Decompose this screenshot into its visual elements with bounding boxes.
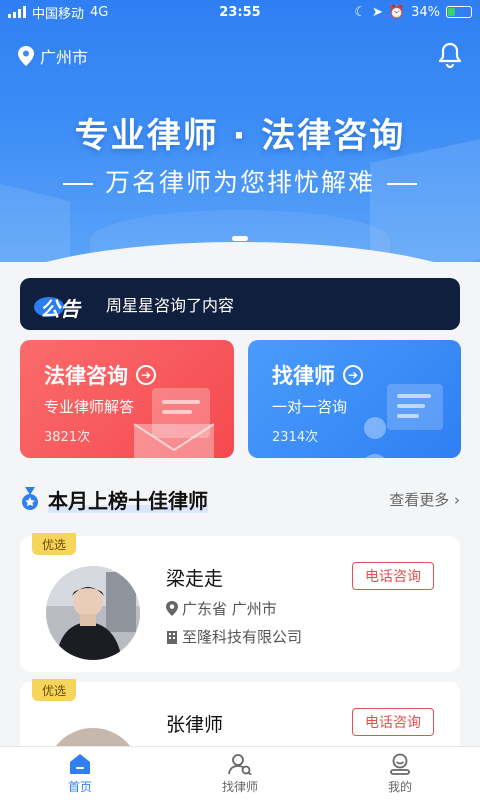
find-lawyer-icon bbox=[228, 753, 252, 775]
notice-tag-label: 公告 bbox=[40, 297, 80, 321]
carousel-indicator[interactable] bbox=[232, 236, 248, 241]
lawyer-location-text: 广东省 广州市 bbox=[182, 600, 277, 618]
card-title: 法律咨询 bbox=[44, 364, 128, 388]
battery-percent: 34% bbox=[411, 4, 440, 20]
featured-badge: 优选 bbox=[32, 679, 76, 701]
notification-button[interactable] bbox=[438, 42, 462, 72]
status-bar: 中国移动 4G 23:55 ☾ ➤ ⏰ 34% bbox=[0, 0, 480, 24]
notice-bar[interactable]: 公告 周星星咨询了内容 bbox=[20, 278, 460, 330]
chevron-right-icon: › bbox=[454, 490, 460, 509]
lawyer-illustration-icon bbox=[364, 384, 443, 458]
profile-icon bbox=[390, 753, 410, 775]
lawyer-card[interactable]: 优选 梁走走 广东省 广州市 至隆科技有限公司 电话咨询 bbox=[20, 533, 460, 672]
envelope-illustration-icon bbox=[133, 388, 215, 458]
building-icon bbox=[167, 630, 177, 644]
phone-consult-button[interactable]: 电话咨询 bbox=[352, 708, 434, 736]
tab-label: 首页 bbox=[67, 779, 92, 794]
tab-label: 我的 bbox=[387, 779, 412, 794]
arrow-right-icon: ➔ bbox=[136, 365, 156, 385]
section-title: 本月上榜十佳律师 bbox=[48, 488, 208, 513]
network-type: 4G bbox=[90, 4, 109, 20]
phone-consult-button[interactable]: 电话咨询 bbox=[352, 562, 434, 590]
notice-tag: 公告 bbox=[34, 289, 90, 321]
signal-icon bbox=[8, 6, 26, 18]
card-desc: 专业律师解答 bbox=[44, 398, 135, 416]
notice-text: 周星星咨询了内容 bbox=[106, 296, 235, 315]
featured-badge: 优选 bbox=[32, 533, 76, 555]
divider bbox=[387, 183, 417, 185]
tab-profile[interactable]: 我的 bbox=[320, 747, 480, 800]
card-count: 3821次 bbox=[44, 430, 91, 445]
divider bbox=[62, 183, 93, 185]
location-pin-icon bbox=[166, 601, 178, 616]
location-pin-icon bbox=[18, 46, 34, 66]
lawyer-company-text: 至隆科技有限公司 bbox=[182, 628, 303, 646]
carrier: 中国移动 bbox=[32, 6, 85, 22]
card-title: 找律师 bbox=[272, 364, 335, 388]
top-lawyers-header: 本月上榜十佳律师 查看更多 › bbox=[20, 484, 460, 514]
banner-subtitle-text: 万名律师为您排忧解难 bbox=[104, 168, 375, 197]
location-label: 广州市 bbox=[40, 48, 89, 67]
card-desc: 一对一咨询 bbox=[272, 398, 348, 416]
banner-subtitle: 万名律师为您排忧解难 bbox=[0, 163, 480, 199]
view-more-link[interactable]: 查看更多 › bbox=[389, 489, 460, 510]
tab-home[interactable]: 首页 bbox=[0, 747, 160, 800]
tab-label: 找律师 bbox=[221, 779, 258, 794]
lawyer-name: 张律师 bbox=[166, 714, 224, 736]
bottom-tab-bar: 首页 找律师 我的 bbox=[0, 746, 480, 800]
alarm-icon: ⏰ bbox=[388, 4, 406, 20]
find-lawyer-card[interactable]: 找律师 ➔ 一对一咨询 2314次 bbox=[248, 340, 461, 458]
lawyer-company: 至隆科技有限公司 bbox=[166, 626, 302, 647]
view-more-label: 查看更多 bbox=[389, 490, 450, 509]
arrow-right-icon: ➔ bbox=[343, 365, 363, 385]
location-selector[interactable]: 广州市 bbox=[18, 44, 88, 68]
home-icon bbox=[70, 753, 90, 774]
moon-icon: ☾ bbox=[354, 4, 366, 20]
medal-icon bbox=[22, 487, 38, 510]
avatar bbox=[46, 566, 140, 660]
battery-icon bbox=[446, 6, 472, 18]
bell-icon bbox=[438, 42, 462, 69]
location-arrow-icon: ➤ bbox=[372, 4, 383, 20]
tab-find-lawyer[interactable]: 找律师 bbox=[160, 747, 320, 800]
lawyer-name: 梁走走 bbox=[166, 568, 224, 590]
legal-consult-card[interactable]: 法律咨询 ➔ 专业律师解答 3821次 bbox=[20, 340, 234, 458]
card-count: 2314次 bbox=[272, 430, 319, 445]
banner-slogan: 专业律师 · 法律咨询 bbox=[74, 116, 406, 156]
lawyer-location: 广东省 广州市 bbox=[166, 598, 277, 619]
